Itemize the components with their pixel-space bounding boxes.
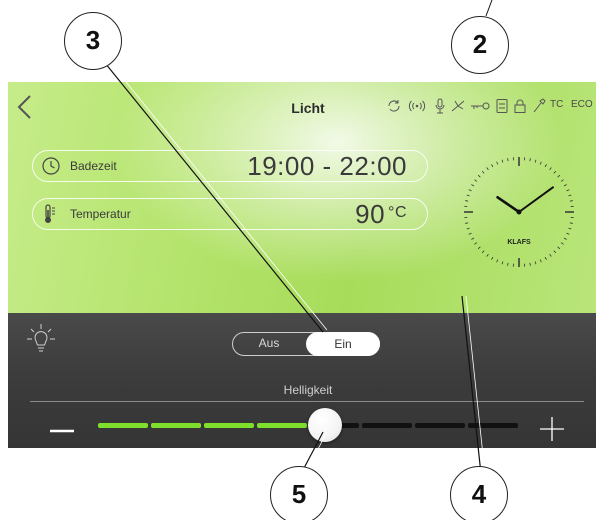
callout-leader-3-inner: [104, 55, 328, 331]
callout-leader-5-inner: [306, 431, 328, 471]
callout-leader-3: [100, 57, 324, 333]
callout-leader-4: [461, 295, 482, 475]
callout-leader-2: [485, 0, 493, 17]
callout-2: 2: [451, 16, 509, 74]
callout-3: 3: [64, 12, 122, 70]
callout-5: 5: [270, 466, 328, 520]
callout-leader-5: [302, 431, 324, 471]
callout-leader-4-inner: [465, 295, 486, 475]
callout-4: 4: [450, 466, 508, 520]
callout-layer: [100, 0, 493, 475]
